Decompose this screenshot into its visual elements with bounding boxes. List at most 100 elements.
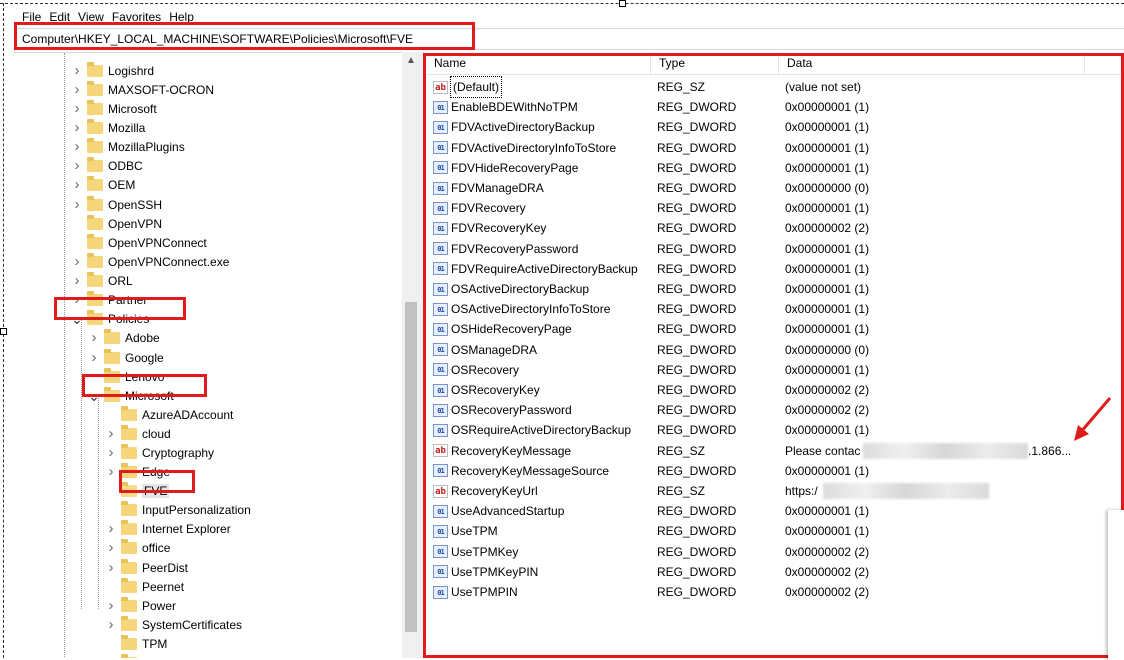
- value-row[interactable]: 01 OSActiveDirectoryInfoToStore REG_DWORD 0…: [426, 299, 1124, 319]
- value-row[interactable]: 01 OSRequireActiveDirectoryBackup REG_DWOR…: [426, 420, 1124, 440]
- chevron-right-icon[interactable]: ›: [70, 62, 84, 79]
- chevron-right-icon[interactable]: ›: [104, 597, 118, 614]
- tree-item[interactable]: ›Windows: [104, 653, 191, 658]
- tree-item[interactable]: › ODBC: [70, 156, 143, 175]
- chevron-right-icon[interactable]: ›: [104, 463, 118, 480]
- value-row[interactable]: 01 RecoveryKeyMessageSource REG_DWORD 0x000…: [426, 461, 1124, 481]
- value-row[interactable]: 01 UseTPMKey REG_DWORD 0x00000002 (2): [426, 542, 1124, 562]
- tree-item[interactable]: Lenovo: [87, 367, 164, 386]
- chevron-right-icon[interactable]: ›: [104, 520, 118, 537]
- tree-item[interactable]: FVE: [104, 481, 170, 500]
- tree-item[interactable]: › Adobe: [87, 328, 160, 347]
- chevron-right-icon[interactable]: ›: [104, 444, 118, 461]
- value-row[interactable]: 01 FDVRecoveryKey REG_DWORD 0x00000002 (2): [426, 218, 1124, 238]
- tree-scrollbar[interactable]: ▲: [402, 52, 420, 658]
- tree-item[interactable]: InputPersonalization: [104, 500, 251, 519]
- chevron-right-icon[interactable]: ›: [70, 253, 84, 270]
- chevron-right-icon[interactable]: ›: [70, 291, 84, 308]
- tree-item[interactable]: › Edge: [104, 462, 170, 481]
- values-list[interactable]: Name Type Data ab (Default) REG_SZ (value n…: [426, 52, 1124, 658]
- value-row[interactable]: 01 OSRecovery REG_DWORD 0x00000001 (1): [426, 360, 1124, 380]
- chevron-down-icon[interactable]: ⌄: [70, 312, 84, 326]
- tree-item[interactable]: › OpenSSH: [70, 195, 162, 214]
- chevron-right-icon[interactable]: ›: [70, 100, 84, 117]
- tree-item[interactable]: › MAXSOFT-OCRON: [70, 80, 214, 99]
- value-row[interactable]: 01 UseTPM REG_DWORD 0x00000001 (1): [426, 521, 1124, 541]
- value-row[interactable]: 01 FDVRequireActiveDirectoryBackup REG_DWO…: [426, 259, 1124, 279]
- tree-item[interactable]: › cloud: [104, 424, 171, 443]
- chevron-right-icon[interactable]: ›: [87, 349, 101, 366]
- chevron-right-icon[interactable]: ›: [70, 138, 84, 155]
- tree-item[interactable]: › Microsoft: [70, 99, 157, 118]
- chevron-right-icon[interactable]: ›: [104, 425, 118, 442]
- chevron-right-icon[interactable]: ›: [104, 654, 118, 658]
- value-row[interactable]: 01 FDVActiveDirectoryBackup REG_DWORD 0x000…: [426, 117, 1124, 137]
- tree-item[interactable]: OpenVPNConnect: [70, 233, 207, 252]
- value-row[interactable]: 01 UseTPMKeyPIN REG_DWORD 0x00000002 (2): [426, 562, 1124, 582]
- chevron-right-icon[interactable]: ›: [70, 176, 84, 193]
- tree-item[interactable]: › Partner: [70, 290, 147, 309]
- chevron-right-icon[interactable]: ›: [70, 157, 84, 174]
- value-row[interactable]: 01 OSActiveDirectoryBackup REG_DWORD 0x0000…: [426, 279, 1124, 299]
- key-tree[interactable]: › Logishrd › MAXSOFT-OCRON › Microsoft › Mozill…: [14, 52, 420, 658]
- column-type-header[interactable]: Type: [651, 52, 779, 74]
- tree-item[interactable]: › office: [104, 538, 170, 557]
- chevron-right-icon[interactable]: ›: [104, 559, 118, 576]
- tree-item[interactable]: OpenVPN: [70, 214, 162, 233]
- scroll-up-icon[interactable]: ▲: [402, 52, 420, 70]
- tree-item[interactable]: › OpenVPNConnect.exe: [70, 252, 229, 271]
- value-row[interactable]: 01 FDVRecoveryPassword REG_DWORD 0x00000001…: [426, 239, 1124, 259]
- value-row[interactable]: ab (Default) REG_SZ (value not set): [426, 76, 1124, 98]
- chevron-down-icon[interactable]: ⌄: [87, 389, 101, 403]
- value-row[interactable]: 01 UseTPMPIN REG_DWORD 0x00000002 (2): [426, 582, 1124, 602]
- tree-item[interactable]: › Mozilla: [70, 118, 145, 137]
- tree-item[interactable]: TPM: [104, 634, 167, 653]
- tree-item[interactable]: › OEM: [70, 175, 135, 194]
- value-data: 0x00000002 (2): [785, 564, 870, 579]
- chevron-right-icon[interactable]: ›: [104, 539, 118, 556]
- tree-item[interactable]: › SystemCertificates: [104, 615, 242, 634]
- column-name-header[interactable]: Name: [426, 52, 651, 74]
- chevron-right-icon[interactable]: ›: [70, 196, 84, 213]
- value-row[interactable]: 01 FDVHideRecoveryPage REG_DWORD 0x00000001…: [426, 158, 1124, 178]
- value-row[interactable]: 01 FDVActiveDirectoryInfoToStore REG_DWORD…: [426, 138, 1124, 158]
- chevron-right-icon[interactable]: ›: [87, 329, 101, 346]
- value-row[interactable]: ab RecoveryKeyMessage REG_SZ Please contac.…: [426, 441, 1124, 461]
- value-row[interactable]: 01 OSHideRecoveryPage REG_DWORD 0x00000001 …: [426, 319, 1124, 339]
- menu-view[interactable]: View: [78, 9, 112, 25]
- tree-item[interactable]: ⌄ Policies: [70, 309, 149, 328]
- chevron-right-icon[interactable]: ›: [70, 81, 84, 98]
- value-row[interactable]: 01 EnableBDEWithNoTPM REG_DWORD 0x00000001 …: [426, 97, 1124, 117]
- tree-item[interactable]: › Logishrd: [70, 61, 154, 80]
- menu-edit[interactable]: Edit: [49, 9, 78, 25]
- selection-handle[interactable]: [619, 0, 626, 7]
- menu-help[interactable]: Help: [169, 9, 202, 25]
- value-row[interactable]: 01 FDVManageDRA REG_DWORD 0x00000000 (0): [426, 178, 1124, 198]
- address-path[interactable]: Computer\HKEY_LOCAL_MACHINE\SOFTWARE\Pol…: [22, 32, 413, 46]
- tree-item[interactable]: Peernet: [104, 577, 184, 596]
- chevron-right-icon[interactable]: ›: [70, 119, 84, 136]
- chevron-right-icon[interactable]: ›: [104, 616, 118, 633]
- value-row[interactable]: 01 FDVRecovery REG_DWORD 0x00000001 (1): [426, 198, 1124, 218]
- value-row[interactable]: 01 OSRecoveryKey REG_DWORD 0x00000002 (2): [426, 380, 1124, 400]
- value-row[interactable]: 01 OSManageDRA REG_DWORD 0x00000000 (0): [426, 340, 1124, 360]
- value-row[interactable]: 01 UseAdvancedStartup REG_DWORD 0x00000001 …: [426, 501, 1124, 521]
- tree-item[interactable]: › PeerDist: [104, 558, 188, 577]
- tree-item[interactable]: › MozillaPlugins: [70, 137, 185, 156]
- value-row[interactable]: ab RecoveryKeyUrl REG_SZ https:/: [426, 481, 1124, 501]
- column-data-header[interactable]: Data: [779, 52, 1085, 74]
- tree-item[interactable]: › ORL: [70, 271, 133, 290]
- menu-favorites[interactable]: Favorites: [112, 9, 169, 25]
- menu-file[interactable]: File: [8, 9, 49, 25]
- tree-item[interactable]: › Google: [87, 348, 164, 367]
- chevron-right-icon[interactable]: ›: [70, 272, 84, 289]
- selection-handle[interactable]: [0, 328, 7, 335]
- scroll-thumb[interactable]: [405, 302, 417, 632]
- tree-item[interactable]: › Cryptography: [104, 443, 214, 462]
- tree-item[interactable]: › Power: [104, 596, 176, 615]
- tree-item[interactable]: AzureADAccount: [104, 405, 233, 424]
- tree-item[interactable]: ⌄ Microsoft: [87, 386, 174, 405]
- pane-splitter[interactable]: [420, 52, 425, 658]
- tree-item[interactable]: › Internet Explorer: [104, 519, 231, 538]
- value-row[interactable]: 01 OSRecoveryPassword REG_DWORD 0x00000002 …: [426, 400, 1124, 420]
